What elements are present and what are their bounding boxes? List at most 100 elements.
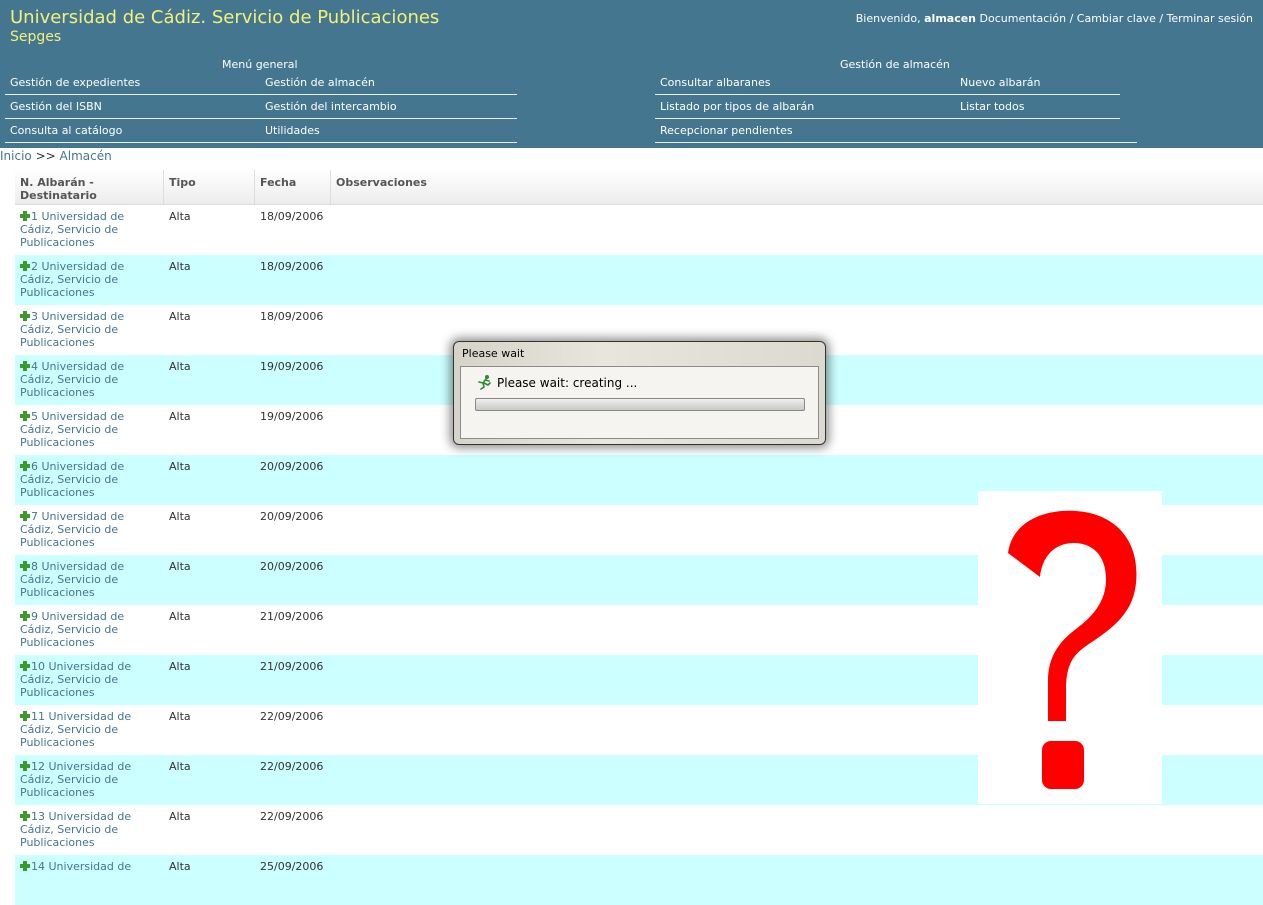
albaran-link[interactable]: 14 Universidad de	[20, 860, 140, 873]
albaran-number: 2	[31, 260, 38, 273]
albaran-link[interactable]: 3 Universidad de Cádiz, Servicio de Publ…	[20, 310, 140, 349]
link-terminar-sesion[interactable]: Terminar sesión	[1167, 12, 1253, 25]
menu-listado-tipos[interactable]: Listado por tipos de albarán	[660, 100, 814, 113]
menu-recepcionar-pendientes[interactable]: Recepcionar pendientes	[660, 124, 793, 137]
albaran-tipo: Alta	[169, 510, 191, 523]
dialog-message: Please wait: creating ...	[497, 376, 638, 390]
header-tipo[interactable]: Tipo	[164, 170, 255, 204]
albaran-fecha: 22/09/2006	[260, 810, 324, 823]
expand-plus-icon[interactable]	[20, 511, 30, 521]
menu-gestion-expedientes[interactable]: Gestión de expedientes	[10, 76, 140, 89]
albaran-fecha: 25/09/2006	[260, 860, 324, 873]
dialog-title: Please wait	[462, 347, 525, 360]
menu-gestion-isbn[interactable]: Gestión del ISBN	[10, 100, 102, 113]
albaran-tipo: Alta	[169, 810, 191, 823]
menu-utilidades[interactable]: Utilidades	[265, 124, 320, 137]
albaran-link[interactable]: 13 Universidad de Cádiz, Servicio de Pub…	[20, 810, 140, 849]
app-header: Universidad de Cádiz. Servicio de Public…	[0, 0, 1263, 148]
expand-plus-icon[interactable]	[20, 811, 30, 821]
username: almacen	[924, 12, 977, 25]
menu-divider	[655, 142, 1137, 143]
table-row: 2 Universidad de Cádiz, Servicio de Publ…	[15, 255, 1263, 305]
menu-gestion-almacen[interactable]: Gestión de almacén	[265, 76, 375, 89]
albaran-tipo: Alta	[169, 710, 191, 723]
albaran-link[interactable]: 7 Universidad de Cádiz, Servicio de Publ…	[20, 510, 140, 549]
menu-divider	[655, 118, 1120, 119]
albaran-link[interactable]: 9 Universidad de Cádiz, Servicio de Publ…	[20, 610, 140, 649]
breadcrumb-current[interactable]: Almacén	[60, 149, 112, 163]
albaran-number: 14	[31, 860, 45, 873]
expand-plus-icon[interactable]	[20, 261, 30, 271]
albaran-number: 6	[31, 460, 38, 473]
albaran-tipo: Alta	[169, 210, 191, 223]
albaran-link[interactable]: 8 Universidad de Cádiz, Servicio de Publ…	[20, 560, 140, 599]
albaran-fecha: 18/09/2006	[260, 210, 324, 223]
albaran-fecha: 21/09/2006	[260, 660, 324, 673]
albaran-fecha: 18/09/2006	[260, 310, 324, 323]
albaran-link[interactable]: 6 Universidad de Cádiz, Servicio de Publ…	[20, 460, 140, 499]
table-row: 1 Universidad de Cádiz, Servicio de Publ…	[15, 205, 1263, 255]
albaran-destinatario: Universidad de	[48, 860, 132, 873]
albaran-number: 1	[31, 210, 38, 223]
header-albaran[interactable]: N. Albarán - Destinatario	[15, 170, 164, 204]
albaran-tipo: Alta	[169, 660, 191, 673]
albaran-number: 9	[31, 610, 38, 623]
albaran-fecha: 22/09/2006	[260, 760, 324, 773]
expand-plus-icon[interactable]	[20, 611, 30, 621]
expand-plus-icon[interactable]	[20, 461, 30, 471]
albaran-link[interactable]: 12 Universidad de Cádiz, Servicio de Pub…	[20, 760, 140, 799]
albaran-tipo: Alta	[169, 360, 191, 373]
albaran-tipo: Alta	[169, 410, 191, 423]
user-bar: Bienvenido, almacen Documentación / Camb…	[856, 12, 1253, 25]
menu-consulta-catalogo[interactable]: Consulta al catálogo	[10, 124, 122, 137]
expand-plus-icon[interactable]	[20, 661, 30, 671]
albaran-link[interactable]: 11 Universidad de Cádiz, Servicio de Pub…	[20, 710, 140, 749]
expand-plus-icon[interactable]	[20, 311, 30, 321]
albaran-link[interactable]: 5 Universidad de Cádiz, Servicio de Publ…	[20, 410, 140, 449]
albaran-link[interactable]: 1 Universidad de Cádiz, Servicio de Publ…	[20, 210, 140, 249]
albaran-fecha: 19/09/2006	[260, 410, 324, 423]
running-man-icon	[478, 375, 491, 390]
menu-nuevo-albaran[interactable]: Nuevo albarán	[960, 76, 1040, 89]
dialog-body: Please wait: creating ...	[460, 366, 819, 439]
albaran-fecha: 22/09/2006	[260, 710, 324, 723]
expand-plus-icon[interactable]	[20, 211, 30, 221]
albaran-fecha: 19/09/2006	[260, 360, 324, 373]
breadcrumb-separator: >>	[35, 149, 56, 163]
albaran-tipo: Alta	[169, 560, 191, 573]
albaran-fecha: 21/09/2006	[260, 610, 324, 623]
albaran-link[interactable]: 4 Universidad de Cádiz, Servicio de Publ…	[20, 360, 140, 399]
link-documentacion[interactable]: Documentación	[980, 12, 1067, 25]
link-cambiar-clave[interactable]: Cambiar clave	[1077, 12, 1156, 25]
expand-plus-icon[interactable]	[20, 561, 30, 571]
albaran-fecha: 18/09/2006	[260, 260, 324, 273]
expand-plus-icon[interactable]	[20, 861, 30, 871]
breadcrumb-home[interactable]: Inicio	[0, 149, 32, 163]
expand-plus-icon[interactable]	[20, 761, 30, 771]
albaran-fecha: 20/09/2006	[260, 510, 324, 523]
albaran-number: 4	[31, 360, 38, 373]
please-wait-dialog: Please wait Please wait: creating ...	[453, 341, 826, 445]
albaran-number: 3	[31, 310, 38, 323]
menu-gestion-intercambio[interactable]: Gestión del intercambio	[265, 100, 397, 113]
albaran-number: 7	[31, 510, 38, 523]
menu-consultar-albaranes[interactable]: Consultar albaranes	[660, 76, 770, 89]
header-fecha[interactable]: Fecha	[255, 170, 331, 204]
menu-divider	[5, 142, 517, 143]
app-title: Universidad de Cádiz. Servicio de Public…	[10, 7, 440, 28]
expand-plus-icon[interactable]	[20, 411, 30, 421]
app-subtitle: Sepges	[10, 29, 62, 45]
expand-plus-icon[interactable]	[20, 361, 30, 371]
menu-listar-todos[interactable]: Listar todos	[960, 100, 1024, 113]
albaran-number: 12	[31, 760, 45, 773]
albaran-link[interactable]: 2 Universidad de Cádiz, Servicio de Publ…	[20, 260, 140, 299]
albaran-tipo: Alta	[169, 460, 191, 473]
expand-plus-icon[interactable]	[20, 711, 30, 721]
albaran-number: 8	[31, 560, 38, 573]
link-separator: /	[1069, 12, 1074, 25]
albaran-tipo: Alta	[169, 260, 191, 273]
albaran-tipo: Alta	[169, 760, 191, 773]
header-observaciones[interactable]: Observaciones	[331, 170, 531, 204]
menu-divider	[655, 94, 1120, 95]
albaran-link[interactable]: 10 Universidad de Cádiz, Servicio de Pub…	[20, 660, 140, 699]
